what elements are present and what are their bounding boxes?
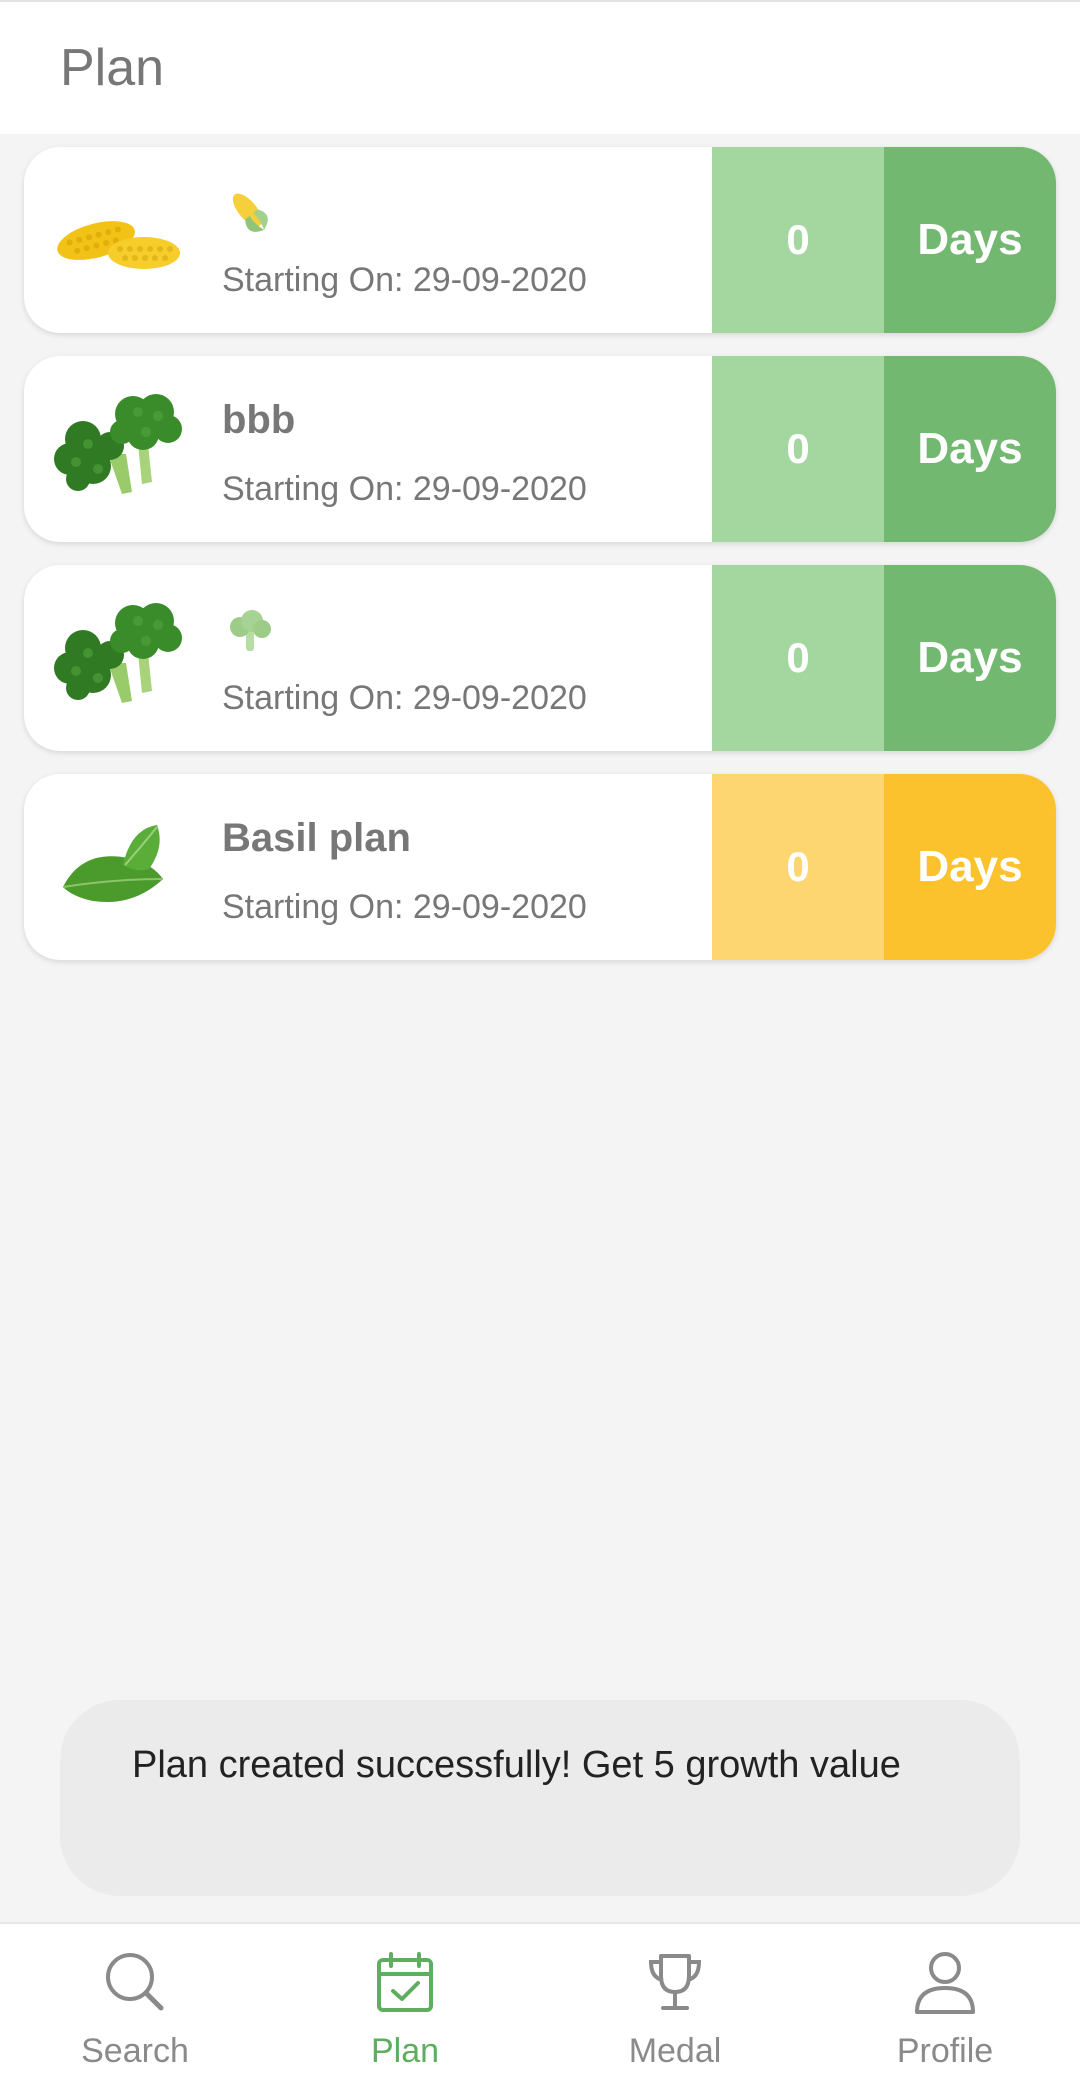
plan-list: Starting On: 29-09-2020 0 Days bbb Start…	[24, 147, 1056, 983]
nav-plan[interactable]: Plan	[270, 1924, 540, 2088]
broccoli-icon	[54, 394, 182, 494]
start-date-line: Starting On: 29-09-2020	[222, 888, 587, 927]
start-date-line: Starting On: 29-09-2020	[222, 679, 587, 718]
days-unit-label: Days	[917, 215, 1023, 264]
day-count: 0	[786, 843, 810, 890]
bottom-navigation: Search Plan Medal Profile	[0, 1922, 1080, 2088]
trophy-icon	[648, 1954, 702, 2010]
start-date-value: 29-09-2020	[412, 261, 587, 299]
day-count: 0	[786, 634, 810, 681]
start-date-value: 29-09-2020	[412, 470, 587, 508]
start-date-label: Starting On:	[222, 261, 404, 299]
days-unit-label: Days	[917, 633, 1023, 682]
broccoli-thumbnail	[48, 593, 188, 723]
start-date-label: Starting On:	[222, 470, 404, 508]
day-count: 0	[786, 425, 810, 472]
day-count-box: 0	[712, 565, 884, 751]
nav-profile-label: Profile	[896, 2032, 994, 2070]
days-unit-label: Days	[917, 424, 1023, 473]
app-header: Plan	[0, 0, 1080, 134]
start-date-line: Starting On: 29-09-2020	[222, 261, 587, 300]
days-unit-label: Days	[917, 842, 1023, 891]
plan-card[interactable]: Starting On: 29-09-2020 0 Days	[24, 147, 1056, 333]
nav-search[interactable]: Search	[0, 1924, 270, 2088]
corn-icon	[57, 221, 180, 269]
day-count-box: 0	[712, 147, 884, 333]
plan-name: bbb	[222, 398, 296, 442]
plan-card[interactable]: bbb Starting On: 29-09-2020 0 Days	[24, 356, 1056, 542]
toast-message: Plan created successfully! Get 5 growth …	[60, 1700, 1020, 1896]
nav-medal[interactable]: Medal	[540, 1924, 810, 2088]
day-count-box: 0	[712, 774, 884, 960]
start-date-label: Starting On:	[222, 679, 404, 717]
plan-card[interactable]: Basil plan Starting On: 29-09-2020 0 Day…	[24, 774, 1056, 960]
days-unit-box: Days	[884, 356, 1056, 542]
plan-card[interactable]: Starting On: 29-09-2020 0 Days	[24, 565, 1056, 751]
person-icon	[915, 1952, 975, 2014]
days-unit-box: Days	[884, 565, 1056, 751]
corn-icon	[222, 185, 278, 241]
nav-medal-label: Medal	[628, 2032, 722, 2070]
search-icon	[106, 1953, 164, 2011]
start-date-value: 29-09-2020	[412, 679, 587, 717]
broccoli-thumbnail	[48, 384, 188, 514]
nav-search-label: Search	[81, 2032, 189, 2070]
calendar-check-icon	[377, 1952, 433, 2012]
page-title: Plan	[60, 39, 165, 97]
toast-text: Plan created successfully! Get 5 growth …	[132, 1744, 901, 1786]
days-unit-box: Days	[884, 774, 1056, 960]
basil-leaf-icon	[62, 825, 164, 903]
nav-profile[interactable]: Profile	[810, 1924, 1080, 2088]
start-date-line: Starting On: 29-09-2020	[222, 470, 587, 509]
corn-thumbnail	[48, 175, 188, 305]
broccoli-icon	[222, 603, 278, 659]
day-count-box: 0	[712, 356, 884, 542]
nav-plan-label: Plan	[370, 2032, 440, 2070]
start-date-value: 29-09-2020	[412, 888, 587, 926]
day-count: 0	[786, 216, 810, 263]
basil-thumbnail	[48, 802, 188, 932]
start-date-label: Starting On:	[222, 888, 404, 926]
broccoli-icon	[54, 603, 182, 703]
plan-name: Basil plan	[222, 816, 411, 860]
days-unit-box: Days	[884, 147, 1056, 333]
